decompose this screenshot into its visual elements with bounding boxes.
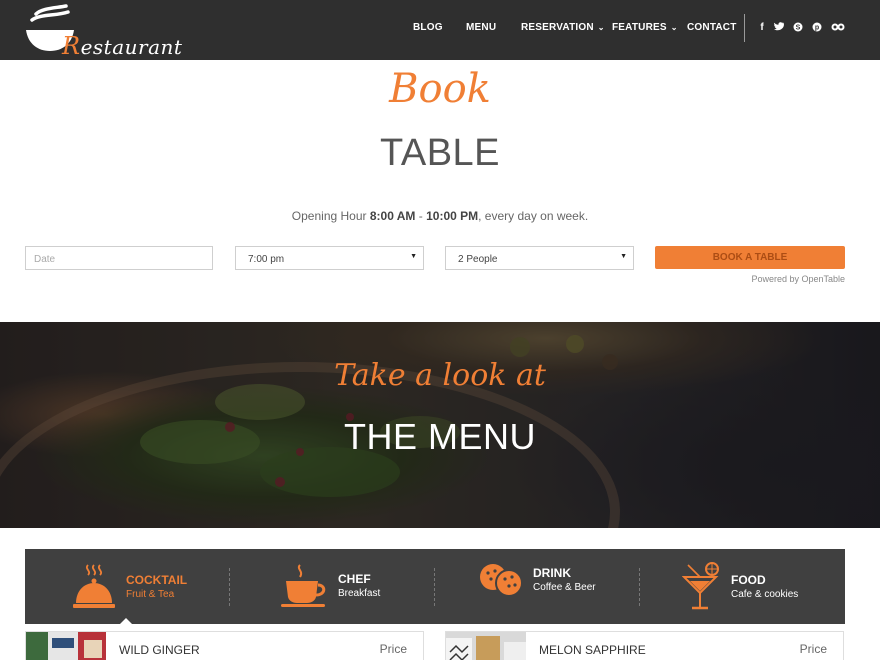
- coffee-cup-icon: [281, 564, 326, 607]
- nav-item-blog[interactable]: BLOG: [413, 22, 443, 33]
- top-navigation-bar: Restaurant BLOG MENU RESERVATION ⌄ FEATUR…: [0, 0, 880, 60]
- twitter-icon[interactable]: [773, 22, 785, 34]
- tab-subtitle: Breakfast: [338, 588, 381, 599]
- tab-title: COCKTAIL: [126, 573, 188, 587]
- menu-heading: THE MENU: [344, 416, 536, 457]
- nav-item-contact[interactable]: CONTACT: [687, 22, 737, 33]
- menu-item[interactable]: MELON SAPPHIRE Price: [445, 631, 844, 660]
- menu-item-price: Price: [799, 642, 827, 656]
- tab-title: DRINK: [533, 566, 571, 580]
- wild-ginger-thumbnail: [26, 632, 106, 660]
- book-a-table-button[interactable]: BOOK A TABLE: [655, 246, 845, 269]
- date-input[interactable]: Date: [25, 246, 213, 270]
- dropdown-arrow-icon: ▼: [620, 253, 627, 260]
- svg-text:S: S: [796, 25, 801, 32]
- dropdown-arrow-icon: ▼: [410, 253, 417, 260]
- tab-cocktail[interactable]: COCKTAIL Fruit & Tea: [25, 549, 230, 624]
- opening-hours-text: Opening Hour 8:00 AM - 10:00 PM, every d…: [291, 209, 589, 223]
- menu-item-name: WILD GINGER: [119, 643, 200, 657]
- menu-item-name: MELON SAPPHIRE: [539, 643, 646, 657]
- restaurant-logo[interactable]: Restaurant: [22, 4, 182, 60]
- menu-category-tabs: COCKTAIL Fruit & Tea CHEF Breakfast DRIN…: [25, 549, 845, 624]
- tab-chef[interactable]: CHEF Breakfast: [230, 549, 435, 624]
- menu-script-heading: Take a look at: [334, 358, 546, 393]
- tab-subtitle: Coffee & Beer: [533, 582, 596, 593]
- melon-sapphire-thumbnail: [446, 632, 526, 660]
- chevron-down-icon: ⌄: [670, 23, 678, 32]
- people-select[interactable]: 2 People ▼: [445, 246, 634, 270]
- nav-item-reservation[interactable]: RESERVATION ⌄: [521, 22, 605, 33]
- cookies-icon: [480, 564, 523, 597]
- tripadvisor-icon[interactable]: [831, 22, 845, 35]
- tab-drink[interactable]: DRINK Coffee & Beer: [435, 549, 640, 624]
- tab-food[interactable]: FOOD Cafe & cookies: [640, 549, 845, 624]
- logo-text: Restaurant: [62, 32, 183, 60]
- tab-title: FOOD: [731, 573, 766, 587]
- powered-by-opentable[interactable]: Powered by OpenTable: [700, 274, 845, 284]
- chevron-down-icon: ⌄: [597, 23, 605, 32]
- menu-item-price: Price: [379, 642, 407, 656]
- tab-subtitle: Fruit & Tea: [126, 589, 175, 600]
- skype-icon[interactable]: S: [792, 22, 804, 35]
- cocktail-glass-icon: [682, 562, 719, 610]
- pinterest-icon[interactable]: p: [811, 22, 823, 35]
- tab-title: CHEF: [338, 572, 371, 586]
- nav-divider: [744, 14, 745, 42]
- facebook-icon[interactable]: f: [756, 22, 768, 33]
- active-tab-pointer: [120, 618, 132, 624]
- svg-text:p: p: [815, 25, 819, 32]
- nav-item-features[interactable]: FEATURES ⌄: [612, 22, 678, 33]
- nav-item-menu[interactable]: MENU: [466, 22, 496, 33]
- menu-item[interactable]: WILD GINGER Price: [25, 631, 424, 660]
- cloche-icon: [73, 564, 115, 608]
- tab-subtitle: Cafe & cookies: [731, 589, 799, 600]
- time-select[interactable]: 7:00 pm ▼: [235, 246, 424, 270]
- book-script-heading: Book: [389, 66, 491, 112]
- book-table-heading: TABLE: [379, 132, 501, 174]
